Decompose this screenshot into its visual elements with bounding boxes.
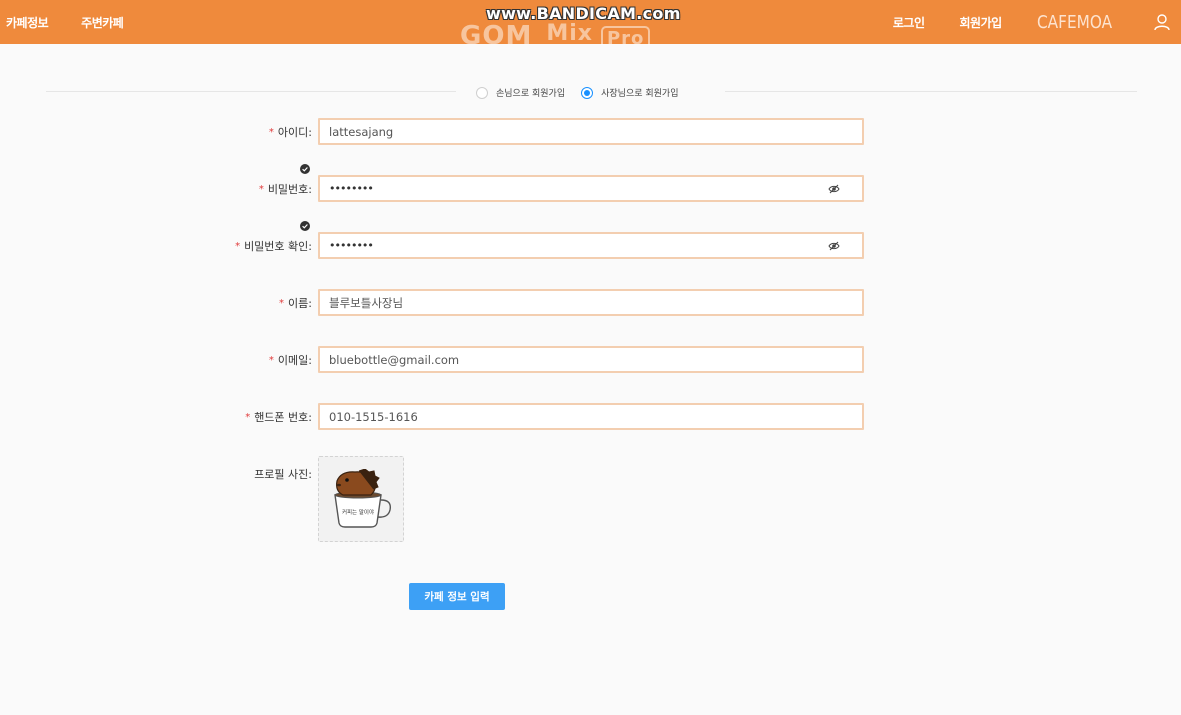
photo-label: 프로필 사진: [254, 468, 312, 481]
radio-circle[interactable] [476, 86, 488, 99]
password-confirm-label-text: 비밀번호 확인: [244, 240, 312, 253]
id-input[interactable]: lattesajang [318, 118, 864, 145]
email-label: * 이메일: [269, 352, 312, 368]
form-row-phone: * 핸드폰 번호: 010-1515-1616 [0, 403, 1181, 431]
check-circle-icon [300, 221, 310, 231]
phone-label: * 핸드폰 번호: [245, 409, 312, 425]
form-row-photo: 프로필 사진: [0, 460, 1181, 488]
password-confirm-input[interactable]: •••••••• [318, 232, 864, 259]
signup-type-radio-group: 손님으로 회원가입 사장님으로 회원가입 [476, 86, 679, 99]
nav-nearby-cafe[interactable]: 주변카페 [81, 14, 124, 31]
password-value: •••••••• [329, 182, 374, 195]
id-label: * 아이디: [269, 124, 312, 140]
password-confirm-value: •••••••• [329, 239, 374, 252]
name-label: * 이름: [279, 295, 312, 311]
nav-left: 카페정보 주변카페 [6, 0, 124, 44]
form-row-id: * 아이디: lattesajang [0, 118, 1181, 146]
coffee-horse-image: 커피는 말이야 [334, 469, 391, 528]
required-mark: * [245, 411, 251, 423]
id-label-text: 아이디: [277, 126, 312, 139]
form-row-name: * 이름: 블루보틀사장님 [0, 289, 1181, 317]
radio-guest-label: 손님으로 회원가입 [496, 89, 566, 99]
password-label: * 비밀번호: [259, 181, 312, 197]
phone-label-text: 핸드폰 번호: [254, 411, 312, 424]
radio-guest-signup[interactable]: 손님으로 회원가입 [476, 86, 565, 99]
nav-right: 로그인 회원가입 CAFEMOA [893, 0, 1181, 44]
nav-cafe-info[interactable]: 카페정보 [6, 14, 49, 31]
password-input[interactable]: •••••••• [318, 175, 864, 202]
divider-right [725, 91, 1137, 92]
email-input[interactable]: bluebottle@gmail.com [318, 346, 864, 373]
check-circle-icon [300, 164, 310, 174]
form-row-email: * 이메일: bluebottle@gmail.com [0, 346, 1181, 374]
name-label-text: 이름: [288, 297, 312, 310]
form-row-password-confirm: * 비밀번호 확인: •••••••• [0, 221, 1181, 260]
required-mark: * [279, 297, 285, 309]
radio-circle-checked[interactable] [581, 86, 594, 99]
top-navbar: 카페정보 주변카페 로그인 회원가입 CAFEMOA [0, 0, 1181, 44]
radio-owner-signup[interactable]: 사장님으로 회원가입 [581, 86, 679, 99]
password-label-text: 비밀번호: [267, 183, 312, 196]
required-mark: * [258, 183, 264, 195]
phone-input[interactable]: 010-1515-1616 [318, 403, 864, 430]
divider-left [46, 91, 456, 92]
email-label-text: 이메일: [277, 354, 312, 367]
required-mark: * [235, 240, 241, 252]
required-mark: * [268, 354, 274, 366]
user-icon[interactable] [1153, 13, 1171, 31]
form-row-password: * 비밀번호: •••••••• [0, 164, 1181, 203]
cafe-info-submit-button[interactable]: 카페 정보 입력 [409, 583, 505, 610]
nav-signup[interactable]: 회원가입 [960, 14, 1003, 31]
password-confirm-label: * 비밀번호 확인: [235, 238, 312, 254]
nav-login[interactable]: 로그인 [893, 14, 925, 31]
name-input[interactable]: 블루보틀사장님 [318, 289, 864, 316]
eye-invisible-icon[interactable] [828, 184, 840, 194]
eye-invisible-icon[interactable] [828, 241, 840, 251]
required-mark: * [268, 126, 274, 138]
cup-caption: 커피는 말이야 [342, 508, 374, 516]
radio-owner-label: 사장님으로 회원가입 [601, 89, 679, 99]
profile-photo-upload[interactable]: 커피는 말이야 [318, 456, 404, 542]
cafemoa-logo[interactable]: CAFEMOA [1037, 12, 1112, 33]
